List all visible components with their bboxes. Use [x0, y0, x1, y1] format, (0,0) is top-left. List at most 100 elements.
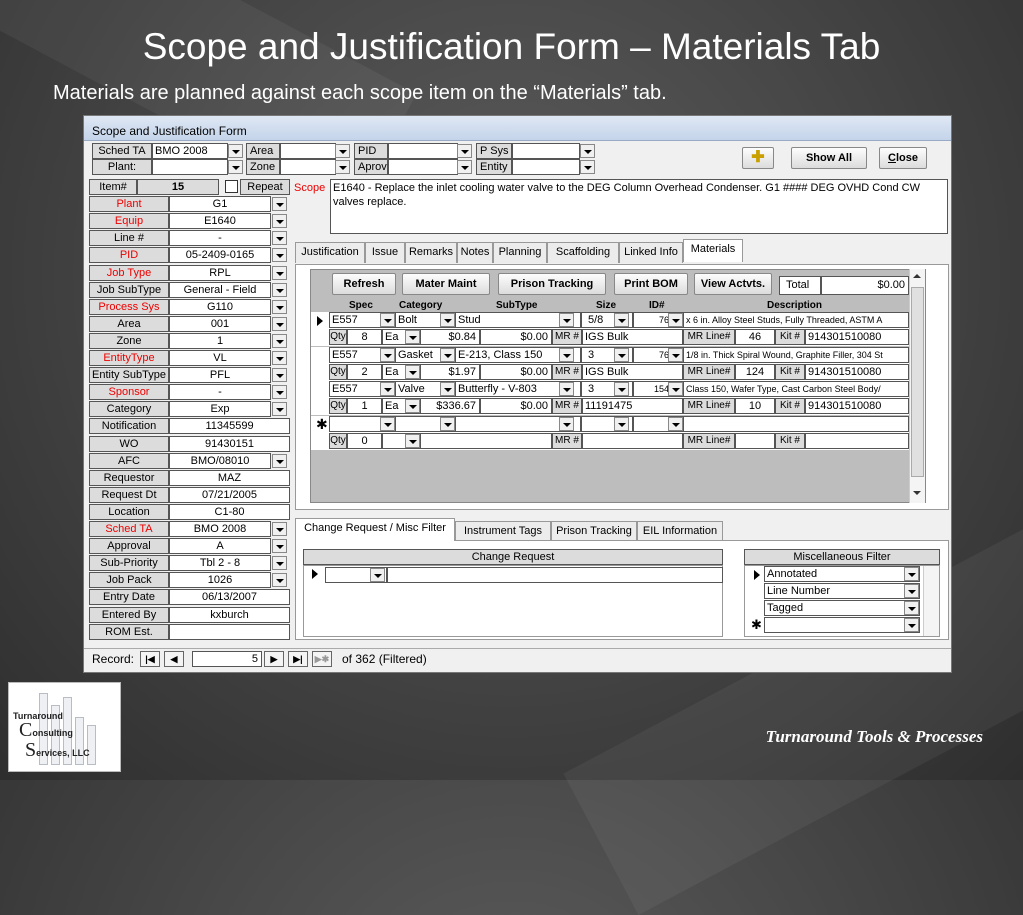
refresh-button[interactable]: Refresh	[332, 273, 396, 295]
new-row-dropdown-icon[interactable]	[614, 416, 629, 431]
field-dropdown-icon[interactable]	[272, 351, 287, 365]
new-row-description[interactable]	[683, 415, 909, 432]
size-dropdown-icon[interactable]	[614, 313, 629, 327]
tab-issue[interactable]: Issue	[365, 242, 405, 263]
mr-field[interactable]: 11191475	[582, 398, 683, 414]
field-dropdown-icon[interactable]	[272, 248, 287, 263]
misc-filter-dropdown-icon[interactable]	[904, 584, 919, 598]
subtype-dropdown-icon[interactable]	[559, 313, 574, 327]
view-actvts--button[interactable]: View Actvts.	[694, 273, 772, 295]
tab-planning[interactable]: Planning	[493, 242, 547, 263]
qty-field[interactable]: 8	[347, 329, 382, 345]
new-row-dropdown-icon[interactable]	[440, 416, 455, 431]
category-dropdown-icon[interactable]	[440, 313, 455, 327]
lower-tab-prison-tracking[interactable]: Prison Tracking	[551, 521, 637, 542]
id-dropdown-icon[interactable]	[668, 313, 683, 327]
spec-dropdown-icon[interactable]	[380, 313, 395, 327]
pid-dropdown-icon[interactable]	[457, 144, 472, 158]
print-bom-button[interactable]: Print BOM	[614, 273, 688, 295]
entity-filter[interactable]	[512, 159, 580, 175]
category-dropdown-icon[interactable]	[440, 382, 455, 396]
field-dropdown-icon[interactable]	[272, 333, 287, 348]
first-record-button[interactable]: |◀	[140, 651, 160, 667]
field-dropdown-icon[interactable]	[272, 299, 287, 314]
id-dropdown-icon[interactable]	[668, 382, 683, 396]
field-value[interactable]: G1	[169, 196, 271, 213]
field-value[interactable]: 15	[137, 179, 219, 195]
kit-field[interactable]: 914301510080	[805, 363, 909, 380]
unit-dropdown-icon[interactable]	[405, 399, 420, 413]
aprov-filter[interactable]	[388, 159, 458, 175]
aprov-dropdown-icon[interactable]	[457, 160, 472, 174]
subtype-dropdown-icon[interactable]	[559, 347, 574, 362]
row-selector-icon[interactable]	[754, 570, 760, 580]
zone-filter[interactable]	[280, 159, 336, 175]
field-dropdown-icon[interactable]	[272, 573, 287, 588]
field-dropdown-icon[interactable]	[272, 197, 287, 212]
plant-dropdown-icon[interactable]	[228, 160, 243, 174]
lower-tab-instrument-tags[interactable]: Instrument Tags	[455, 521, 551, 542]
field-dropdown-icon[interactable]	[272, 453, 287, 468]
category-dropdown-icon[interactable]	[440, 347, 455, 362]
unit-dropdown-icon[interactable]	[405, 433, 420, 448]
new-row-dropdown-icon[interactable]	[559, 416, 574, 431]
price-field[interactable]: $1.97	[420, 363, 480, 380]
misc-filter-item[interactable]: Tagged	[764, 600, 920, 616]
field-value[interactable]: 1	[169, 332, 271, 349]
misc-filter-item[interactable]: Annotated	[764, 566, 920, 582]
row-selector-icon[interactable]	[312, 569, 318, 579]
field-dropdown-icon[interactable]	[272, 539, 287, 554]
kit-field[interactable]: 914301510080	[805, 329, 909, 345]
field-dropdown-icon[interactable]	[272, 522, 287, 536]
qty-field[interactable]: 2	[347, 363, 382, 380]
id-dropdown-icon[interactable]	[668, 347, 683, 362]
area-filter[interactable]	[280, 143, 336, 159]
field-value[interactable]	[169, 623, 290, 640]
new-record-button[interactable]: ▶✱	[312, 651, 332, 667]
tab-materials[interactable]: Materials	[683, 239, 743, 262]
mr-line-field[interactable]: 124	[735, 363, 775, 380]
field-dropdown-icon[interactable]	[272, 385, 287, 400]
scroll-up-icon[interactable]	[913, 274, 921, 278]
field-value[interactable]: 05-2409-0165	[169, 247, 271, 264]
scope-text[interactable]: E1640 - Replace the inlet cooling water …	[330, 179, 948, 234]
scroll-thumb[interactable]	[911, 287, 924, 477]
misc-filter-dropdown-icon[interactable]	[904, 567, 919, 581]
field-value[interactable]: E1640	[169, 213, 271, 230]
field-value[interactable]: C1-80	[169, 503, 290, 520]
field-dropdown-icon[interactable]	[272, 556, 287, 571]
field-value[interactable]: -	[169, 230, 271, 247]
field-dropdown-icon[interactable]	[272, 368, 287, 383]
field-value[interactable]: G110	[169, 298, 271, 315]
tab-notes[interactable]: Notes	[457, 242, 493, 263]
field-dropdown-icon[interactable]	[272, 231, 287, 246]
field-dropdown-icon[interactable]	[272, 282, 287, 297]
prison-tracking-button[interactable]: Prison Tracking	[498, 273, 606, 295]
unit-dropdown-icon[interactable]	[405, 330, 420, 344]
field-value[interactable]: General - Field	[169, 281, 271, 298]
new-row-dropdown-icon[interactable]	[668, 416, 683, 431]
description-field[interactable]: x 6 in. Alloy Steel Studs, Fully Threade…	[683, 312, 909, 328]
kit-field[interactable]	[805, 432, 909, 449]
size-dropdown-icon[interactable]	[614, 347, 629, 362]
field-dropdown-icon[interactable]	[272, 402, 287, 417]
mr-line-field[interactable]: 46	[735, 329, 775, 345]
psys-filter[interactable]	[512, 143, 580, 159]
lower-tab-eil-information[interactable]: EIL Information	[637, 521, 723, 542]
field-dropdown-icon[interactable]	[272, 214, 287, 229]
next-record-button[interactable]: ▶	[264, 651, 284, 667]
field-value[interactable]: Exp	[169, 401, 271, 418]
misc-filter-item[interactable]	[764, 617, 920, 633]
mater-maint-button[interactable]: Mater Maint	[402, 273, 490, 295]
tab-remarks[interactable]: Remarks	[405, 242, 457, 263]
field-value[interactable]: MAZ	[169, 469, 290, 486]
spec-dropdown-icon[interactable]	[380, 347, 395, 362]
tab-scaffolding[interactable]: Scaffolding	[547, 242, 619, 263]
add-record-button[interactable]: ✚	[742, 147, 774, 169]
materials-scrollbar[interactable]	[909, 269, 925, 503]
field-value[interactable]: RPL	[169, 264, 271, 281]
field-value[interactable]: Tbl 2 - 8	[169, 555, 271, 572]
field-dropdown-icon[interactable]	[272, 265, 287, 280]
current-record-field[interactable]: 5	[192, 651, 262, 667]
ext-price-field[interactable]: $0.00	[480, 363, 552, 380]
